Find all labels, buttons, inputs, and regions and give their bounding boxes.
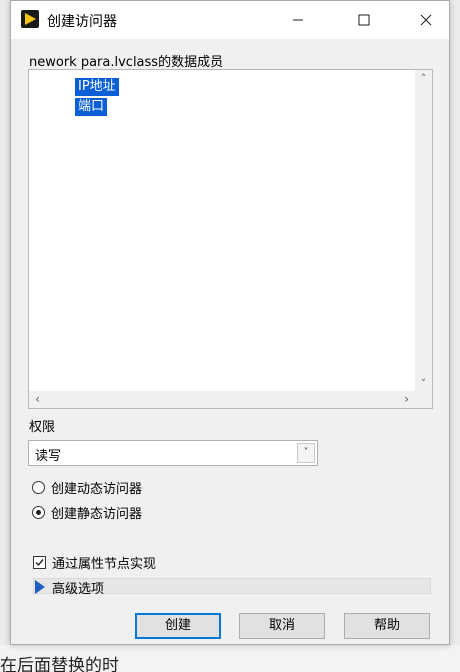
checkmark-icon: [35, 559, 44, 567]
background-text: 在后面替换的时: [0, 656, 119, 672]
background-window: [0, 0, 10, 672]
checkbox-box[interactable]: [33, 556, 46, 569]
member-item-ip-address[interactable]: IP地址: [75, 78, 119, 96]
close-icon: [420, 14, 432, 26]
scrollbar-corner: [415, 391, 432, 408]
chevron-down-icon[interactable]: ˅: [297, 443, 315, 463]
advanced-options-label: 高级选项: [52, 582, 105, 597]
create-accessor-dialog: 创建访问器 nework para.lvclass的数据成员 IP地址 端口 ˄…: [10, 0, 450, 645]
minimize-icon: [293, 19, 303, 21]
create-button[interactable]: 创建: [135, 613, 221, 639]
horizontal-scrollbar[interactable]: ‹ ›: [29, 391, 415, 408]
cancel-button[interactable]: 取消: [239, 613, 325, 639]
radio-static-accessor[interactable]: 创建静态访问器: [32, 503, 142, 522]
radio-label-dynamic: 创建动态访问器: [51, 482, 143, 497]
permission-label: 权限: [29, 420, 56, 435]
radio-label-static: 创建静态访问器: [51, 507, 143, 522]
radio-dynamic-accessor[interactable]: 创建动态访问器: [32, 478, 142, 497]
advanced-options-expander[interactable]: 高级选项: [33, 578, 431, 597]
background-window-right: [452, 0, 460, 672]
maximize-icon: [358, 14, 370, 26]
dialog-title: 创建访问器: [47, 14, 117, 30]
scroll-right-icon[interactable]: ›: [398, 391, 415, 408]
permission-value: 读写: [35, 449, 62, 464]
permission-select[interactable]: 读写 ˅: [28, 440, 318, 466]
vertical-scrollbar[interactable]: ˄ ˅: [415, 70, 432, 392]
expand-triangle-icon[interactable]: [35, 580, 45, 594]
background-window-bottom: 在后面替换的时: [0, 645, 460, 672]
members-listbox[interactable]: IP地址 端口 ˄ ˅ ‹ ›: [28, 69, 433, 409]
minimize-button[interactable]: [275, 1, 321, 39]
maximize-button[interactable]: [341, 1, 387, 39]
labview-app-icon: [21, 10, 39, 28]
property-node-checkbox[interactable]: 通过属性节点实现: [33, 553, 156, 572]
radio-circle[interactable]: [32, 481, 45, 494]
scroll-left-icon[interactable]: ‹: [29, 391, 46, 408]
close-button[interactable]: [403, 1, 449, 39]
help-button[interactable]: 帮助: [344, 613, 430, 639]
scroll-up-icon[interactable]: ˄: [415, 70, 432, 87]
radio-circle-selected[interactable]: [32, 506, 45, 519]
property-node-label: 通过属性节点实现: [52, 557, 157, 572]
member-item-port[interactable]: 端口: [75, 98, 108, 116]
members-label: nework para.lvclass的数据成员: [29, 55, 224, 70]
scroll-down-icon[interactable]: ˅: [415, 375, 432, 392]
title-bar[interactable]: 创建访问器: [11, 1, 449, 39]
